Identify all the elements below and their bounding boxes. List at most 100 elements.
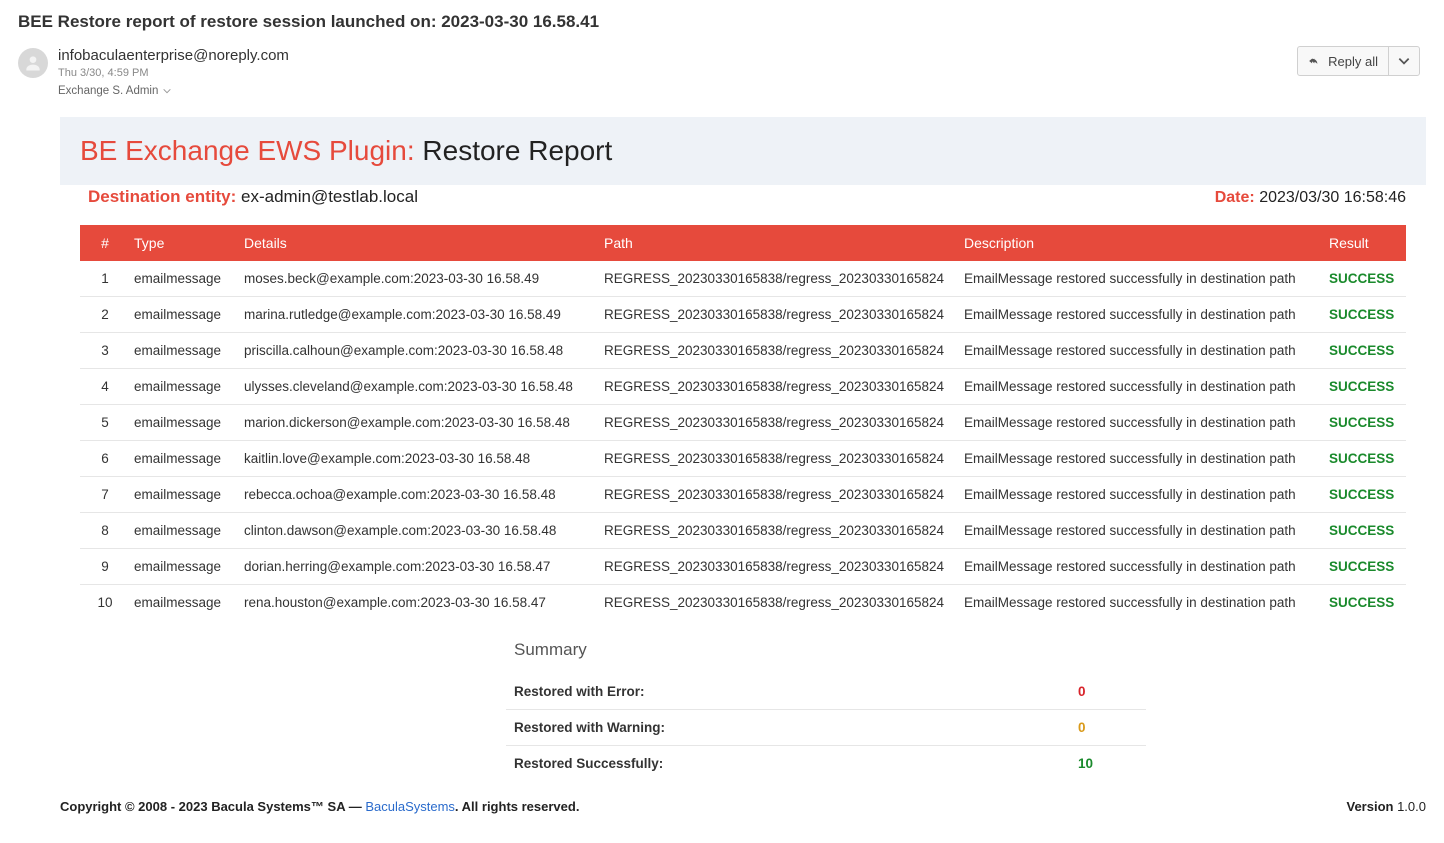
cell-number: 10 xyxy=(80,595,130,610)
cell-path: REGRESS_20230330165838/regress_202303301… xyxy=(600,487,960,502)
summary-row: Restored Successfully:10 xyxy=(506,746,1146,781)
col-result: Result xyxy=(1325,235,1405,251)
cell-type: emailmessage xyxy=(130,415,240,430)
chevron-down-icon xyxy=(1397,54,1411,68)
cell-number: 5 xyxy=(80,415,130,430)
reply-all-label: Reply all xyxy=(1328,54,1378,69)
report-body: BE Exchange EWS Plugin: Restore Report D… xyxy=(60,117,1426,781)
table-row: 9emailmessagedorian.herring@example.com:… xyxy=(80,549,1406,585)
sender-email: infobaculaenterprise@noreply.com xyxy=(58,46,289,66)
footer-version-value: 1.0.0 xyxy=(1393,799,1426,814)
cell-path: REGRESS_20230330165838/regress_202303301… xyxy=(600,451,960,466)
cell-result: SUCCESS xyxy=(1325,415,1405,430)
reply-all-button[interactable]: Reply all xyxy=(1298,47,1389,75)
cell-path: REGRESS_20230330165838/regress_202303301… xyxy=(600,559,960,574)
summary-label: Restored with Warning: xyxy=(514,720,665,735)
cell-number: 7 xyxy=(80,487,130,502)
summary-label: Restored with Error: xyxy=(514,684,645,699)
col-path: Path xyxy=(600,235,960,251)
report-title-row: BE Exchange EWS Plugin: Restore Report xyxy=(60,117,1426,185)
cell-description: EmailMessage restored successfully in de… xyxy=(960,559,1325,574)
cell-details: kaitlin.love@example.com:2023-03-30 16.5… xyxy=(240,451,600,466)
cell-path: REGRESS_20230330165838/regress_202303301… xyxy=(600,271,960,286)
summary-value: 0 xyxy=(1078,684,1138,699)
summary-row: Restored with Error: 0 xyxy=(506,674,1146,710)
mail-subject: BEE Restore report of restore session la… xyxy=(18,12,1426,32)
footer-copyright-prefix: Copyright © 2008 - 2023 Bacula Systems™ … xyxy=(60,799,365,814)
destination-entity: Destination entity: ex-admin@testlab.loc… xyxy=(88,187,418,207)
cell-number: 9 xyxy=(80,559,130,574)
cell-result: SUCCESS xyxy=(1325,451,1405,466)
cell-result: SUCCESS xyxy=(1325,595,1405,610)
report-date: Date: 2023/03/30 16:58:46 xyxy=(1215,189,1406,207)
cell-details: ulysses.cleveland@example.com:2023-03-30… xyxy=(240,379,600,394)
summary-inner: Summary Restored with Error:0Restored wi… xyxy=(506,636,1406,781)
table-row: 6emailmessagekaitlin.love@example.com:20… xyxy=(80,441,1406,477)
table-row: 2emailmessagemarina.rutledge@example.com… xyxy=(80,297,1406,333)
cell-result: SUCCESS xyxy=(1325,271,1405,286)
cell-description: EmailMessage restored successfully in de… xyxy=(960,415,1325,430)
table-row: 3emailmessagepriscilla.calhoun@example.c… xyxy=(80,333,1406,369)
cell-result: SUCCESS xyxy=(1325,523,1405,538)
cell-description: EmailMessage restored successfully in de… xyxy=(960,343,1325,358)
date-value: 2023/03/30 16:58:46 xyxy=(1259,189,1406,206)
footer-link[interactable]: BaculaSystems xyxy=(365,799,455,814)
cell-number: 1 xyxy=(80,271,130,286)
summary-row: Restored with Warning: 0 xyxy=(506,710,1146,746)
table-row: 8emailmessageclinton.dawson@example.com:… xyxy=(80,513,1406,549)
meta-row: Destination entity: ex-admin@testlab.loc… xyxy=(60,185,1426,225)
sender-row: infobaculaenterprise@noreply.com Thu 3/3… xyxy=(18,46,1426,99)
person-icon xyxy=(23,53,43,73)
cell-description: EmailMessage restored successfully in de… xyxy=(960,379,1325,394)
summary-label: Restored Successfully: xyxy=(514,756,663,771)
col-type: Type xyxy=(130,235,240,251)
cell-type: emailmessage xyxy=(130,343,240,358)
cell-path: REGRESS_20230330165838/regress_202303301… xyxy=(600,415,960,430)
report-title-prefix: BE Exchange EWS Plugin: xyxy=(80,135,415,166)
cell-type: emailmessage xyxy=(130,271,240,286)
cell-description: EmailMessage restored successfully in de… xyxy=(960,271,1325,286)
footer: Copyright © 2008 - 2023 Bacula Systems™ … xyxy=(60,799,1426,814)
cell-details: moses.beck@example.com:2023-03-30 16.58.… xyxy=(240,271,600,286)
report-title: BE Exchange EWS Plugin: Restore Report xyxy=(80,135,612,166)
summary-title: Summary xyxy=(514,640,1146,660)
cell-description: EmailMessage restored successfully in de… xyxy=(960,451,1325,466)
table-row: 4emailmessageulysses.cleveland@example.c… xyxy=(80,369,1406,405)
destination-value: ex-admin@testlab.local xyxy=(241,187,418,206)
sent-time: Thu 3/30, 4:59 PM xyxy=(58,66,289,80)
date-label: Date: xyxy=(1215,189,1255,206)
results-table: # Type Details Path Description Result 1… xyxy=(80,225,1406,620)
footer-copyright-suffix: . All rights reserved. xyxy=(455,799,580,814)
cell-details: priscilla.calhoun@example.com:2023-03-30… xyxy=(240,343,600,358)
col-details: Details xyxy=(240,235,600,251)
sender-info: infobaculaenterprise@noreply.com Thu 3/3… xyxy=(58,46,289,99)
recipient[interactable]: Exchange S. Admin xyxy=(58,84,289,99)
sender-left: infobaculaenterprise@noreply.com Thu 3/3… xyxy=(18,46,289,99)
reply-all-icon xyxy=(1308,54,1322,68)
cell-description: EmailMessage restored successfully in de… xyxy=(960,523,1325,538)
cell-type: emailmessage xyxy=(130,487,240,502)
report-title-main: Restore Report xyxy=(422,135,612,166)
cell-path: REGRESS_20230330165838/regress_202303301… xyxy=(600,343,960,358)
recipient-name: Exchange S. Admin xyxy=(58,85,158,97)
cell-result: SUCCESS xyxy=(1325,343,1405,358)
summary-section: Summary Restored with Error:0Restored wi… xyxy=(80,636,1406,781)
cell-details: dorian.herring@example.com:2023-03-30 16… xyxy=(240,559,600,574)
cell-details: rena.houston@example.com:2023-03-30 16.5… xyxy=(240,595,600,610)
cell-number: 3 xyxy=(80,343,130,358)
cell-path: REGRESS_20230330165838/regress_202303301… xyxy=(600,307,960,322)
destination-label: Destination entity: xyxy=(88,187,236,206)
cell-path: REGRESS_20230330165838/regress_202303301… xyxy=(600,523,960,538)
cell-details: rebecca.ochoa@example.com:2023-03-30 16.… xyxy=(240,487,600,502)
cell-type: emailmessage xyxy=(130,451,240,466)
cell-description: EmailMessage restored successfully in de… xyxy=(960,307,1325,322)
cell-path: REGRESS_20230330165838/regress_202303301… xyxy=(600,379,960,394)
reply-all-caret[interactable] xyxy=(1389,47,1419,75)
col-number: # xyxy=(80,235,130,251)
table-row: 10emailmessagerena.houston@example.com:2… xyxy=(80,585,1406,620)
summary-value: 0 xyxy=(1078,720,1138,735)
cell-type: emailmessage xyxy=(130,595,240,610)
cell-number: 8 xyxy=(80,523,130,538)
cell-path: REGRESS_20230330165838/regress_202303301… xyxy=(600,595,960,610)
table-header: # Type Details Path Description Result xyxy=(80,225,1406,261)
